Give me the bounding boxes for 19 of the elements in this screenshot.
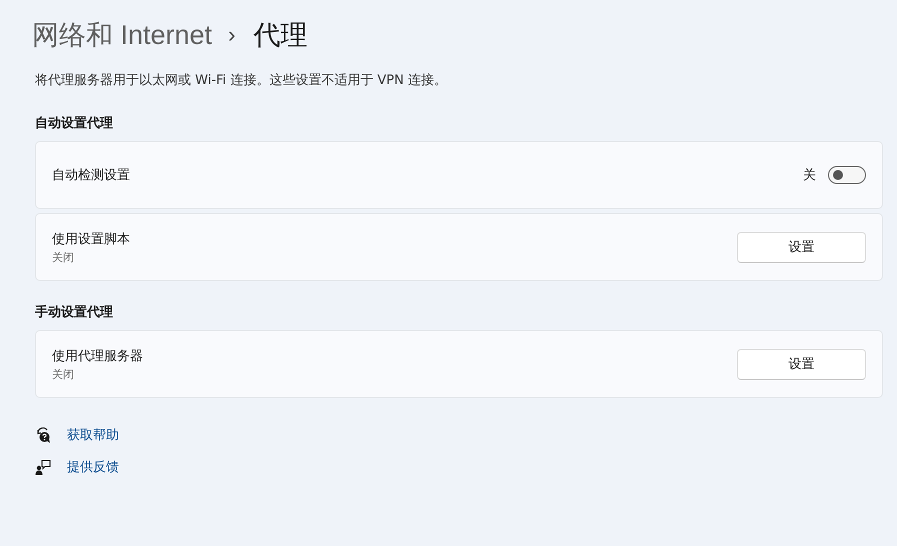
settings-button[interactable]: 设置 <box>737 348 866 380</box>
setting-title: 自动检测设置 <box>52 167 130 184</box>
setting-status: 关闭 <box>52 250 75 264</box>
feedback-icon <box>35 459 51 475</box>
settings-button[interactable]: 设置 <box>737 232 866 262</box>
setting-title: 使用代理服务器 <box>52 348 143 364</box>
breadcrumb-link[interactable]: 网络和 Internet <box>32 17 212 53</box>
help-link[interactable]: 获取帮助 <box>67 426 119 444</box>
section-heading: 手动设置代理 <box>35 304 114 321</box>
setting-status: 关闭 <box>52 366 75 382</box>
chevron-icon: › <box>228 22 236 48</box>
help-icon <box>35 427 51 443</box>
description-text: 将代理服务器用于以太网或 Wi-Fi 连接。这些设置不适用于 VPN 连接。 <box>35 72 448 89</box>
feedback-link[interactable]: 提供反馈 <box>67 458 119 476</box>
toggle-switch[interactable] <box>828 166 866 184</box>
section-heading: 自动设置代理 <box>35 115 114 132</box>
setting-title: 使用设置脚本 <box>52 230 130 248</box>
page-title: 代理 <box>253 19 308 52</box>
toggle-state-label: 关 <box>803 167 816 184</box>
